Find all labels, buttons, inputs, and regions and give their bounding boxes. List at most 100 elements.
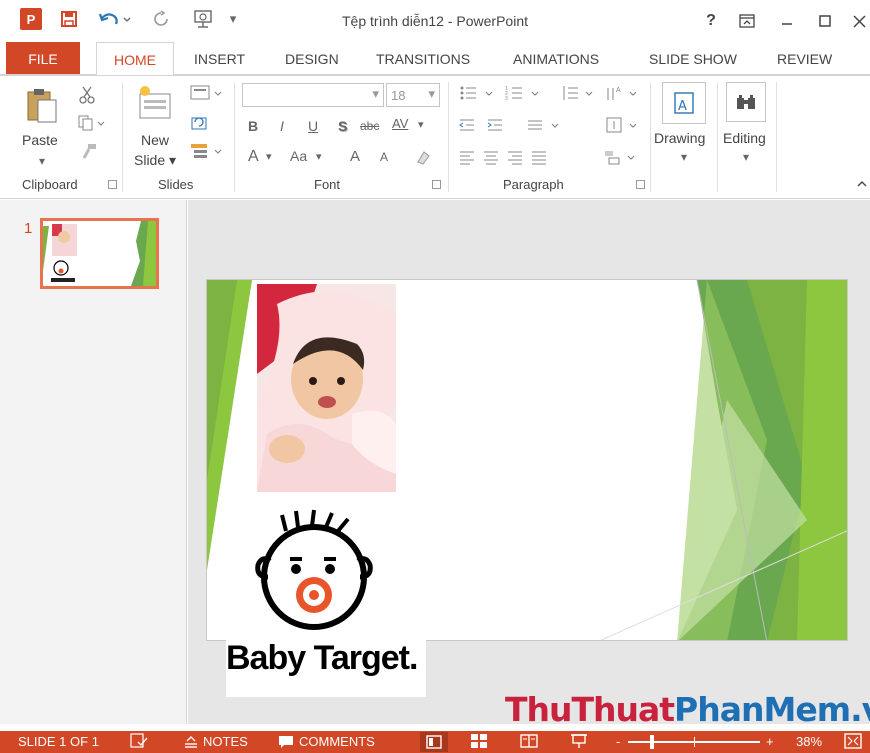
font-size-combo[interactable]: 18 ▾: [386, 83, 440, 107]
zoom-slider-thumb[interactable]: [650, 735, 654, 749]
tab-file[interactable]: FILE: [6, 42, 80, 75]
ribbon: Paste ▾ Clipboard New Slide ▾ Slides ▾ 1…: [0, 75, 870, 199]
paragraph-launcher-icon[interactable]: [636, 180, 645, 189]
tab-home[interactable]: HOME: [96, 42, 174, 76]
shadow-button[interactable]: S: [338, 118, 347, 134]
font-color-button[interactable]: A: [248, 148, 259, 166]
redo-icon[interactable]: [148, 6, 174, 32]
baby-target-logo[interactable]: Baby Target.: [226, 507, 426, 697]
notes-button[interactable]: NOTES: [184, 734, 248, 749]
minimize-icon[interactable]: [774, 8, 800, 34]
zoom-percentage[interactable]: 38%: [796, 734, 822, 749]
maximize-icon[interactable]: [812, 8, 838, 34]
comments-button[interactable]: COMMENTS: [278, 734, 375, 749]
strikethrough-button[interactable]: abc: [360, 119, 379, 133]
title-bar: P ▾ Tệp trình diễn12 - PowerPoint ?: [0, 0, 870, 42]
font-name-dropdown-icon[interactable]: ▾: [372, 86, 379, 102]
spell-check-icon[interactable]: [130, 733, 148, 749]
baby-target-logo-text: Baby Target.: [226, 639, 418, 677]
spacing-dropdown-icon[interactable]: ▾: [418, 118, 424, 131]
columns-icon[interactable]: A: [602, 82, 642, 104]
svg-text:A: A: [616, 87, 621, 94]
slide-sorter-icon[interactable]: [470, 733, 488, 749]
comments-label: COMMENTS: [299, 734, 375, 749]
section-icon[interactable]: [188, 140, 224, 162]
clear-formatting-icon[interactable]: [412, 146, 434, 168]
drawing-dropdown-icon[interactable]: ▾: [678, 150, 690, 164]
start-from-beginning-icon[interactable]: [188, 6, 218, 32]
collapse-ribbon-icon[interactable]: [855, 176, 869, 190]
slide-show-icon[interactable]: [570, 733, 588, 749]
baby-photo[interactable]: [257, 284, 396, 492]
align-left-icon[interactable]: [456, 146, 478, 168]
justify-icon[interactable]: [528, 146, 550, 168]
drawing-button[interactable]: Drawing: [654, 130, 705, 146]
normal-view-icon[interactable]: [420, 732, 448, 752]
bold-button[interactable]: B: [248, 118, 258, 134]
powerpoint-logo-icon[interactable]: P: [18, 6, 44, 32]
copy-icon[interactable]: [76, 112, 108, 134]
align-right-icon[interactable]: [504, 146, 526, 168]
help-icon[interactable]: ?: [698, 8, 724, 34]
new-slide-button[interactable]: Slide ▾: [134, 152, 176, 169]
font-name-combo[interactable]: ▾: [242, 83, 384, 107]
underline-button[interactable]: U: [308, 118, 318, 134]
notes-label: NOTES: [203, 734, 248, 749]
tab-transitions[interactable]: TRANSITIONS: [376, 42, 470, 75]
change-case-dropdown-icon[interactable]: ▾: [316, 150, 322, 163]
grow-font-button[interactable]: A: [350, 148, 360, 165]
decrease-indent-icon[interactable]: [456, 114, 478, 136]
clipboard-launcher-icon[interactable]: [108, 180, 117, 189]
zoom-in-button[interactable]: +: [766, 734, 774, 749]
reading-view-icon[interactable]: [520, 733, 538, 749]
slide-thumbnail[interactable]: [40, 218, 159, 289]
font-size-dropdown-icon[interactable]: ▾: [428, 86, 435, 102]
save-icon[interactable]: [56, 6, 82, 32]
text-direction-icon[interactable]: [524, 114, 564, 136]
customize-toolbar-icon[interactable]: ▾: [224, 6, 242, 32]
fit-slide-icon[interactable]: [844, 733, 862, 749]
font-color-dropdown-icon[interactable]: ▾: [266, 150, 272, 163]
font-launcher-icon[interactable]: [432, 180, 441, 189]
bullets-icon[interactable]: [456, 82, 500, 104]
paragraph-group-label: Paragraph: [503, 177, 564, 192]
change-case-button[interactable]: Aa: [290, 148, 307, 164]
format-painter-icon[interactable]: [78, 140, 100, 162]
character-spacing-button[interactable]: AV: [392, 116, 408, 131]
drawing-shapes-icon[interactable]: A: [662, 82, 706, 124]
paste-icon[interactable]: [20, 82, 64, 126]
slide-counter[interactable]: SLIDE 1 OF 1: [18, 734, 99, 749]
increase-indent-icon[interactable]: [484, 114, 506, 136]
clipboard-group-label: Clipboard: [22, 177, 78, 192]
layout-icon[interactable]: [188, 82, 224, 104]
new-slide-label[interactable]: New: [141, 132, 169, 148]
close-icon[interactable]: [848, 8, 870, 34]
shrink-font-button[interactable]: A: [380, 150, 388, 164]
separator: [122, 82, 123, 192]
align-text-icon[interactable]: [602, 114, 642, 136]
center-icon[interactable]: [480, 146, 502, 168]
binoculars-icon[interactable]: [726, 82, 766, 122]
convert-to-smartart-icon[interactable]: [600, 146, 640, 168]
numbering-icon[interactable]: 123: [502, 82, 546, 104]
line-spacing-icon[interactable]: [558, 82, 598, 104]
undo-icon[interactable]: [94, 6, 136, 32]
new-slide-icon[interactable]: [134, 82, 176, 124]
tab-review[interactable]: REVIEW: [777, 42, 832, 75]
tab-insert[interactable]: INSERT: [194, 42, 245, 75]
tab-design[interactable]: DESIGN: [285, 42, 339, 75]
watermark: ThuThuatPhanMem.vn: [505, 690, 870, 729]
separator: [448, 82, 449, 192]
cut-icon[interactable]: [76, 84, 98, 106]
editing-button[interactable]: Editing: [723, 130, 766, 146]
slide-editing-area[interactable]: Baby Target.: [188, 200, 870, 724]
reset-icon[interactable]: [188, 112, 210, 134]
zoom-out-button[interactable]: -: [616, 734, 620, 749]
ribbon-display-options-icon[interactable]: [734, 8, 760, 34]
paste-button[interactable]: Paste: [22, 132, 58, 148]
tab-slide-show[interactable]: SLIDE SHOW: [649, 42, 737, 75]
italic-button[interactable]: I: [280, 118, 284, 134]
tab-animations[interactable]: ANIMATIONS: [513, 42, 599, 75]
editing-dropdown-icon[interactable]: ▾: [740, 150, 752, 164]
paste-dropdown-icon[interactable]: ▾: [36, 154, 48, 168]
